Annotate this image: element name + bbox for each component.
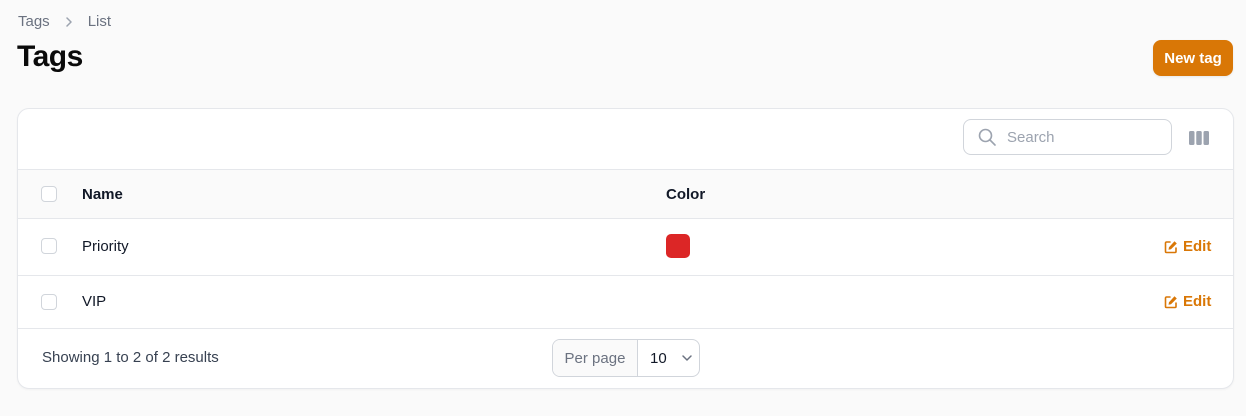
column-header-color: Color bbox=[666, 186, 706, 203]
edit-button[interactable]: Edit bbox=[1164, 293, 1211, 310]
edit-label: Edit bbox=[1183, 293, 1212, 310]
per-page-select[interactable]: Per page 10 bbox=[552, 339, 700, 377]
per-page-label: Per page bbox=[553, 340, 638, 376]
search-field[interactable] bbox=[963, 119, 1172, 155]
breadcrumb-item-tags[interactable]: Tags bbox=[18, 13, 50, 30]
results-summary: Showing 1 to 2 of 2 results bbox=[42, 349, 219, 366]
chevron-right-icon bbox=[64, 16, 74, 27]
new-tag-button[interactable]: New tag bbox=[1153, 40, 1233, 76]
table-footer: Showing 1 to 2 of 2 results Per page 10 bbox=[18, 329, 1233, 388]
chevron-down-icon bbox=[681, 352, 693, 364]
table-row: Priority Edit bbox=[18, 219, 1233, 276]
edit-icon bbox=[1164, 295, 1178, 309]
edit-icon bbox=[1164, 240, 1178, 254]
tags-table-card: Name Color Priority Edit VIP Edit Showin… bbox=[17, 108, 1234, 389]
row-checkbox[interactable] bbox=[41, 294, 57, 310]
per-page-dropdown[interactable]: 10 bbox=[638, 340, 699, 376]
color-swatch bbox=[666, 234, 690, 258]
table-header-row: Name Color bbox=[18, 170, 1233, 219]
per-page-value: 10 bbox=[650, 349, 667, 367]
search-input[interactable] bbox=[1007, 128, 1157, 146]
table-toolbar bbox=[18, 109, 1233, 170]
breadcrumb-item-list: List bbox=[87, 13, 112, 30]
page-title: Tags bbox=[17, 40, 83, 73]
edit-button[interactable]: Edit bbox=[1164, 238, 1211, 255]
edit-label: Edit bbox=[1183, 238, 1212, 255]
breadcrumb: Tags List bbox=[18, 13, 111, 30]
column-header-name[interactable]: Name bbox=[82, 186, 123, 203]
row-checkbox[interactable] bbox=[41, 238, 57, 254]
table-row: VIP Edit bbox=[18, 276, 1233, 329]
tag-name: Priority bbox=[82, 238, 129, 255]
tag-name: VIP bbox=[82, 293, 107, 310]
columns-toggle-icon[interactable] bbox=[1188, 129, 1210, 147]
select-all-checkbox[interactable] bbox=[41, 186, 57, 202]
search-icon bbox=[977, 127, 997, 147]
